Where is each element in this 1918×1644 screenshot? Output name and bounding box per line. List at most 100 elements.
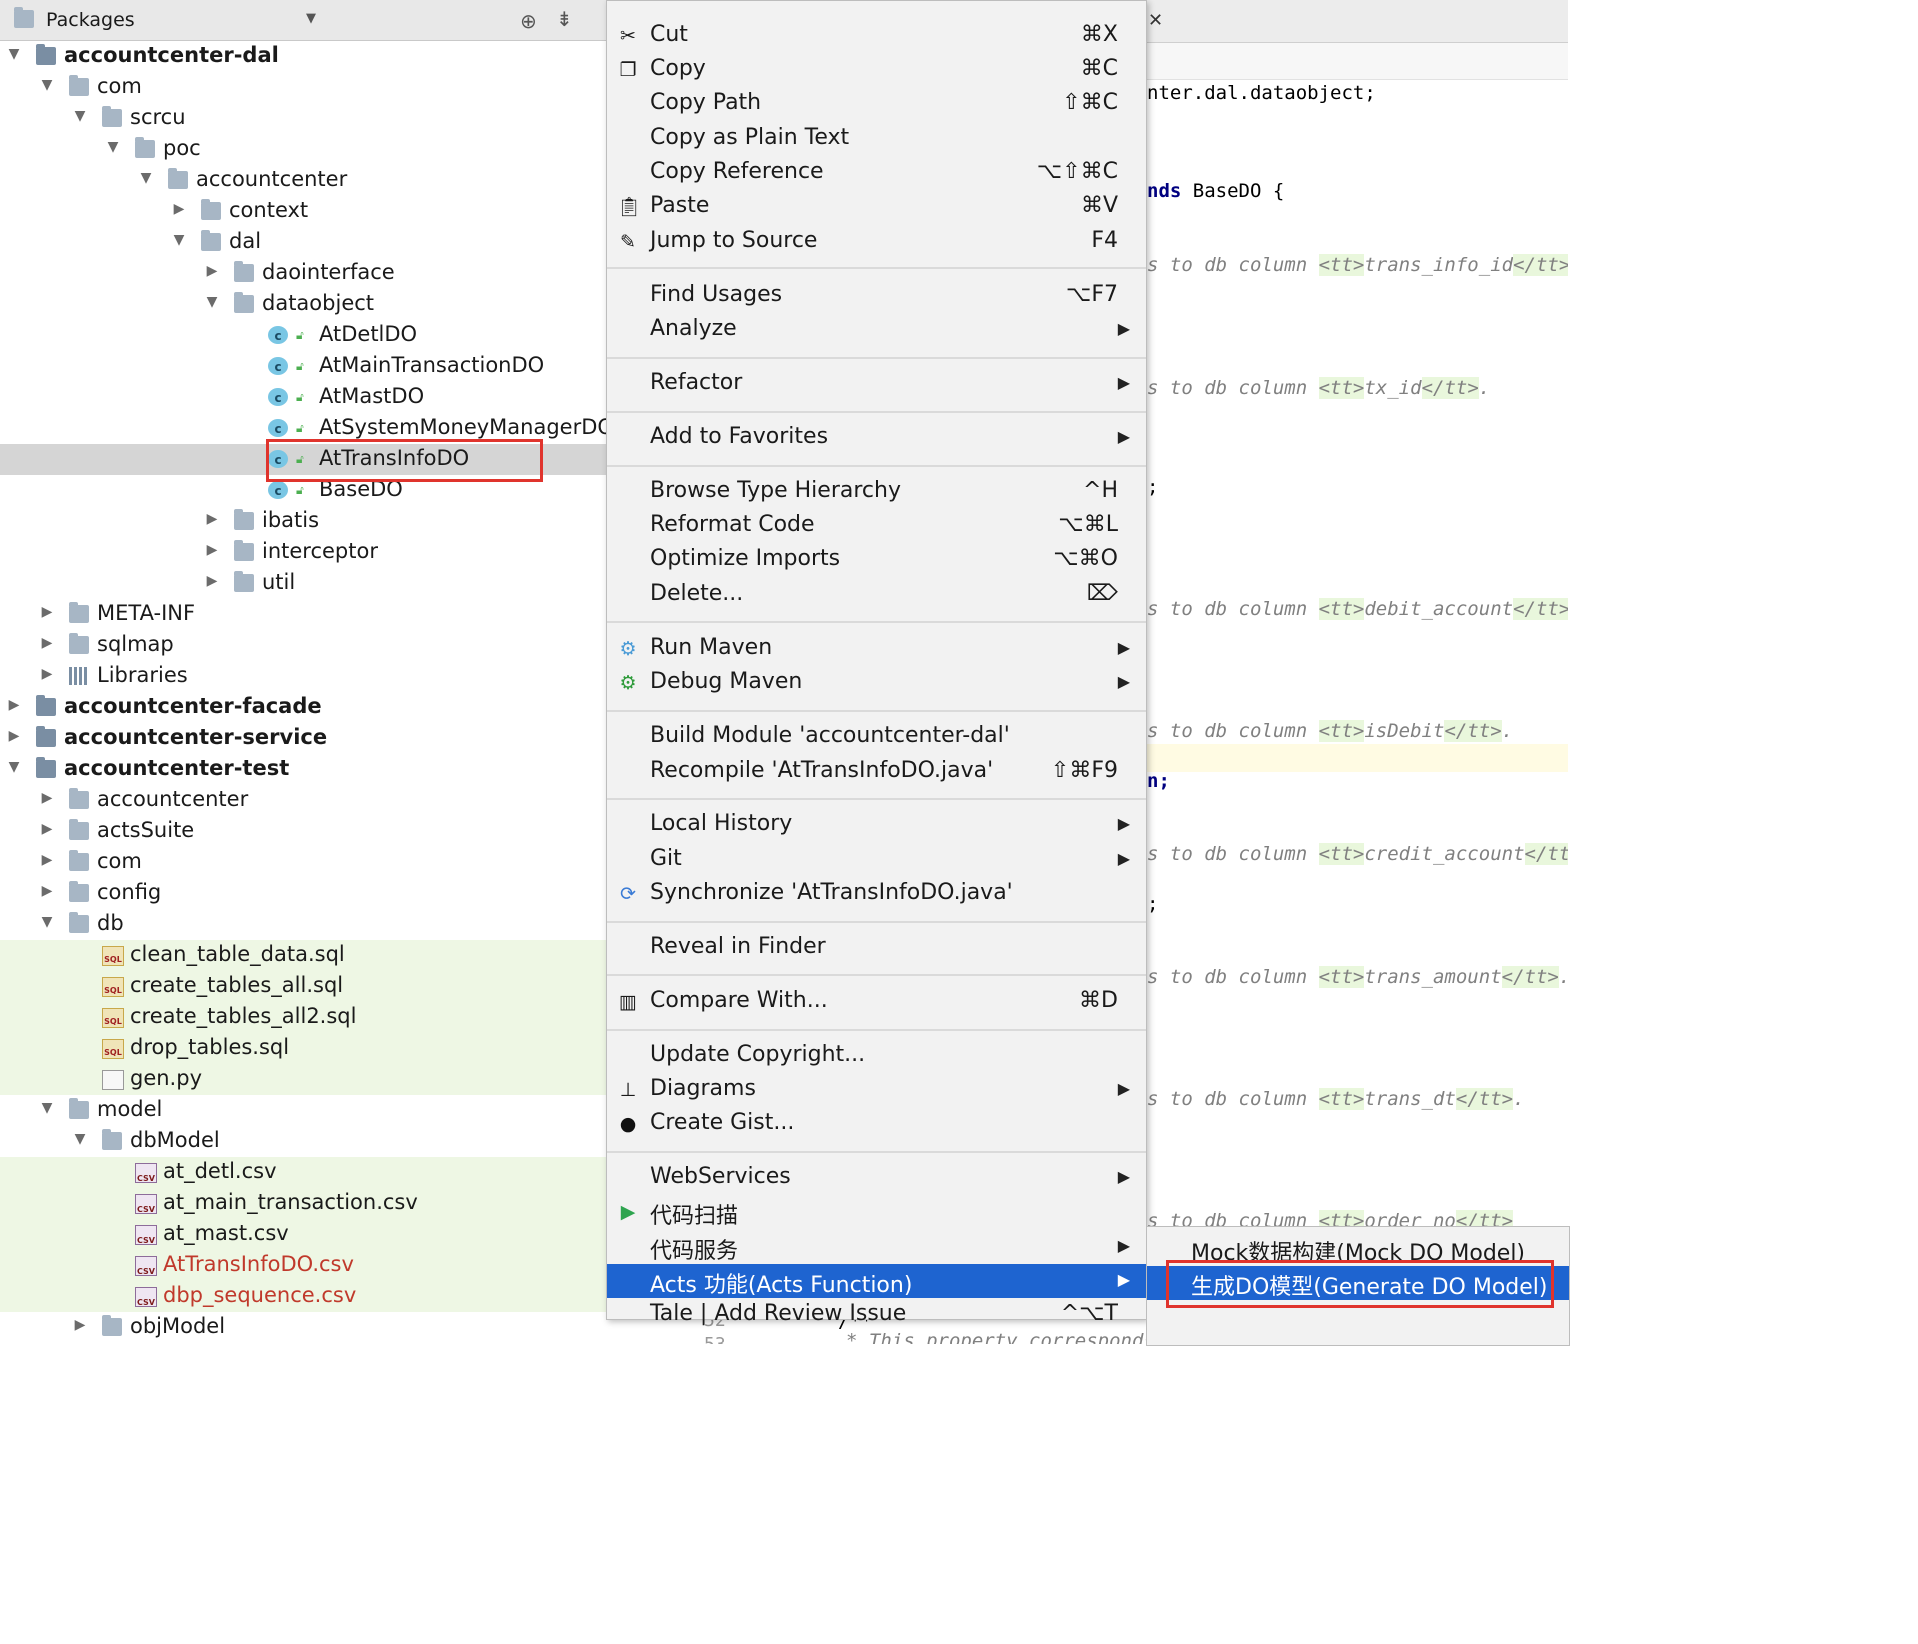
tree-row[interactable]: ▶ accountcenter-facade <box>0 692 606 723</box>
tree-row[interactable]: ▼ model <box>0 1095 606 1126</box>
menu-item[interactable]: 📋︎ Paste ⌘V <box>607 190 1146 224</box>
tree-row[interactable]: SQL clean_table_data.sql <box>0 940 606 971</box>
tree-row[interactable]: ▶ META-INF <box>0 599 606 630</box>
collapse-all-icon[interactable]: ⇟ <box>556 7 573 31</box>
expand-arrow-icon[interactable]: ▼ <box>6 759 22 775</box>
tree-row[interactable]: ▶ util <box>0 568 606 599</box>
tree-row[interactable]: ▶ interceptor <box>0 537 606 568</box>
menu-item[interactable]: ⚙ Run Maven ▶ <box>607 632 1146 666</box>
tree-row[interactable]: SQL drop_tables.sql <box>0 1033 606 1064</box>
menu-item[interactable]: Recompile 'AtTransInfoDO.java' ⇧⌘F9 <box>607 755 1146 789</box>
menu-item[interactable]: ⚙ Debug Maven ▶ <box>607 666 1146 700</box>
tree-row[interactable]: ▼ accountcenter-test <box>0 754 606 785</box>
tree-row[interactable]: ▼ dal <box>0 227 606 258</box>
tree-row[interactable]: ▶ Libraries <box>0 661 606 692</box>
collapse-arrow-icon[interactable]: ▶ <box>39 821 55 837</box>
tree-row[interactable]: ▶ actsSuite <box>0 816 606 847</box>
tree-row[interactable]: ▶ com <box>0 847 606 878</box>
menu-item[interactable]: Copy as Plain Text <box>607 122 1146 156</box>
tree-row[interactable]: CSV at_detl.csv <box>0 1157 606 1188</box>
tree-row[interactable]: ▼ poc <box>0 134 606 165</box>
tree-row[interactable]: 🔓︎ c AtMastDO <box>0 382 606 413</box>
collapse-arrow-icon[interactable]: ▶ <box>171 201 187 217</box>
menu-item[interactable]: Add to Favorites ▶ <box>607 421 1146 455</box>
collapse-arrow-icon[interactable]: ▶ <box>39 604 55 620</box>
menu-item[interactable]: Copy Reference ⌥⇧⌘C <box>607 156 1146 190</box>
collapse-arrow-icon[interactable]: ▶ <box>39 883 55 899</box>
menu-item[interactable]: Update Copyright... <box>607 1039 1146 1073</box>
panel-title[interactable]: Packages <box>46 9 135 31</box>
menu-item[interactable]: ✎ Jump to Source F4 <box>607 225 1146 259</box>
tree-row[interactable]: CSV at_main_transaction.csv <box>0 1188 606 1219</box>
close-icon[interactable]: ✕ <box>1148 10 1163 31</box>
tree-row[interactable]: ▶ context <box>0 196 606 227</box>
tree-row[interactable]: SQL create_tables_all.sql <box>0 971 606 1002</box>
tree-row[interactable]: ▼ db <box>0 909 606 940</box>
collapse-arrow-icon[interactable]: ▶ <box>204 573 220 589</box>
menu-item[interactable]: Delete... ⌦ <box>607 578 1146 612</box>
tree-row[interactable]: ▶ accountcenter <box>0 785 606 816</box>
menu-item[interactable]: Browse Type Hierarchy ^H <box>607 475 1146 509</box>
menu-item[interactable]: Find Usages ⌥F7 <box>607 279 1146 313</box>
collapse-arrow-icon[interactable]: ▶ <box>204 511 220 527</box>
menu-item[interactable]: Refactor ▶ <box>607 367 1146 401</box>
tree-row[interactable]: ▶ accountcenter-service <box>0 723 606 754</box>
menu-item[interactable]: WebServices ▶ <box>607 1161 1146 1195</box>
menu-item[interactable]: ✂ Cut ⌘X <box>607 19 1146 53</box>
menu-item[interactable]: ● Create Gist... <box>607 1107 1146 1141</box>
menu-item[interactable]: ▶ 代码扫描 <box>607 1195 1146 1229</box>
tree-row[interactable]: ▼ scrcu <box>0 103 606 134</box>
collapse-arrow-icon[interactable]: ▶ <box>204 542 220 558</box>
tree-row[interactable]: ▶ objModel <box>0 1312 606 1343</box>
menu-item[interactable]: Acts 功能(Acts Function) ▶ <box>607 1264 1146 1298</box>
tree-row[interactable]: ▶ sqlmap <box>0 630 606 661</box>
menu-item[interactable]: 代码服务 ▶ <box>607 1230 1146 1264</box>
tree-row[interactable]: ▼ dbModel <box>0 1126 606 1157</box>
tree-row[interactable]: CSV at_mast.csv <box>0 1219 606 1250</box>
menu-item[interactable]: Reveal in Finder <box>607 931 1146 965</box>
expand-arrow-icon[interactable]: ▼ <box>39 914 55 930</box>
menu-item[interactable]: Local History ▶ <box>607 808 1146 842</box>
tree-row[interactable]: CSV dbp_sequence.csv <box>0 1281 606 1312</box>
locate-icon[interactable]: ⊕ <box>520 9 537 33</box>
menu-item[interactable]: ⊥ Diagrams ▶ <box>607 1073 1146 1107</box>
tree-row[interactable]: gen.py <box>0 1064 606 1095</box>
menu-item[interactable]: Analyze ▶ <box>607 313 1146 347</box>
collapse-arrow-icon[interactable]: ▶ <box>39 666 55 682</box>
collapse-arrow-icon[interactable]: ▶ <box>6 697 22 713</box>
expand-arrow-icon[interactable]: ▼ <box>72 1131 88 1147</box>
menu-item[interactable]: Build Module 'accountcenter-dal' <box>607 720 1146 754</box>
menu-item[interactable]: Copy Path ⇧⌘C <box>607 87 1146 121</box>
expand-arrow-icon[interactable]: ▼ <box>6 46 22 62</box>
expand-arrow-icon[interactable]: ▼ <box>39 77 55 93</box>
expand-arrow-icon[interactable]: ▼ <box>105 139 121 155</box>
menu-item[interactable]: ❐ Copy ⌘C <box>607 53 1146 87</box>
menu-item[interactable]: ⟳ Synchronize 'AtTransInfoDO.java' <box>607 877 1146 911</box>
collapse-arrow-icon[interactable]: ▶ <box>39 635 55 651</box>
tree-row[interactable]: 🔓︎ c AtDetlDO <box>0 320 606 351</box>
expand-arrow-icon[interactable]: ▼ <box>39 1100 55 1116</box>
menu-item[interactable]: Optimize Imports ⌥⌘O <box>607 543 1146 577</box>
tree-row[interactable]: ▶ daointerface <box>0 258 606 289</box>
tree-row[interactable]: ▼ accountcenter-dal <box>0 41 606 72</box>
expand-arrow-icon[interactable]: ▼ <box>204 294 220 310</box>
expand-arrow-icon[interactable]: ▼ <box>138 170 154 186</box>
tree-row[interactable]: ▼ dataobject <box>0 289 606 320</box>
expand-arrow-icon[interactable]: ▼ <box>72 108 88 124</box>
collapse-arrow-icon[interactable]: ▶ <box>39 852 55 868</box>
tree-row[interactable]: ▼ accountcenter <box>0 165 606 196</box>
menu-item[interactable]: ▥ Compare With... ⌘D <box>607 985 1146 1019</box>
tree-row[interactable]: CSV AtTransInfoDO.csv <box>0 1250 606 1281</box>
collapse-arrow-icon[interactable]: ▶ <box>6 728 22 744</box>
tree-row[interactable]: ▼ com <box>0 72 606 103</box>
menu-item[interactable]: Git ▶ <box>607 843 1146 877</box>
tree-row[interactable]: SQL create_tables_all2.sql <box>0 1002 606 1033</box>
menu-item[interactable]: Reformat Code ⌥⌘L <box>607 509 1146 543</box>
collapse-arrow-icon[interactable]: ▶ <box>72 1317 88 1333</box>
chevron-down-icon[interactable]: ▼ <box>306 11 316 26</box>
expand-arrow-icon[interactable]: ▼ <box>171 232 187 248</box>
menu-item[interactable]: Tale | Add Review Issue ^⌥T <box>607 1298 1146 1332</box>
tree-row[interactable]: ▶ ibatis <box>0 506 606 537</box>
collapse-arrow-icon[interactable]: ▶ <box>204 263 220 279</box>
tree-row[interactable]: 🔓︎ c AtMainTransactionDO <box>0 351 606 382</box>
